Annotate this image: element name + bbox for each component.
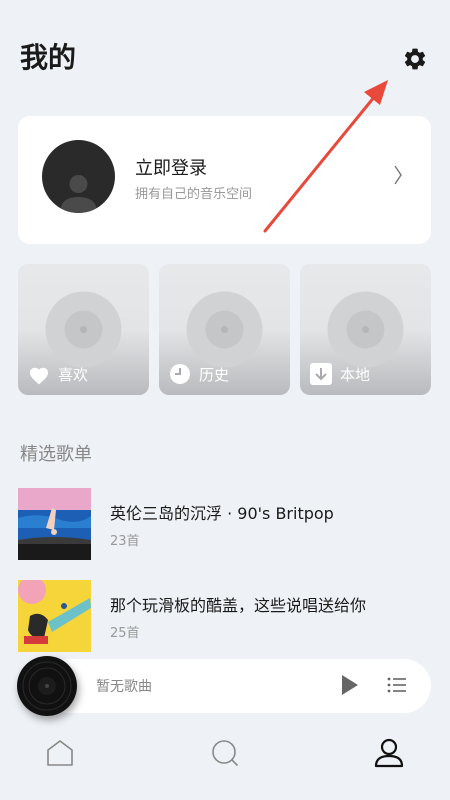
search-icon (212, 740, 238, 766)
chevron-right-icon (394, 165, 402, 185)
play-icon[interactable] (341, 674, 359, 696)
bottom-tab-bar (0, 725, 450, 781)
playlist-name: 英伦三岛的沉浮 · 90's Britpop (110, 504, 334, 523)
playlist-count: 25首 (110, 626, 140, 641)
disc-icon (186, 291, 263, 368)
vinyl-icon (17, 656, 77, 716)
login-title: 立即登录 (135, 158, 207, 179)
vinyl-disc-button[interactable] (17, 656, 77, 716)
playlist-item[interactable]: 那个玩滑板的酷盖，这些说唱送给你 25首 (18, 580, 431, 652)
tile-label: 喜欢 (28, 364, 88, 385)
section-title: 精选歌单 (20, 444, 92, 465)
disc-icon (327, 291, 404, 368)
disc-icon (45, 291, 122, 368)
avatar-placeholder-icon (60, 175, 97, 213)
mini-player[interactable]: 暂无歌曲 (42, 659, 431, 713)
download-icon (310, 363, 332, 385)
playlist-name: 那个玩滑板的酷盖，这些说唱送给你 (110, 596, 367, 615)
header: 我的 (20, 38, 430, 78)
playlist-queue-icon[interactable] (387, 675, 407, 695)
tile-favorites[interactable]: 喜欢 (18, 264, 149, 395)
tab-profile[interactable] (373, 737, 405, 769)
avatar (42, 140, 115, 213)
heart-icon (29, 367, 49, 384)
page-title: 我的 (20, 41, 77, 74)
profile-icon (374, 738, 404, 768)
tile-label: 本地 (310, 363, 370, 385)
tab-home[interactable] (44, 737, 76, 769)
quick-access-tiles: 喜欢 历史 本地 (18, 264, 431, 395)
playlist-count: 23首 (110, 534, 140, 549)
now-playing-text: 暂无歌曲 (96, 679, 152, 695)
tile-favorites-label: 喜欢 (58, 366, 89, 384)
tile-history-label: 历史 (199, 365, 230, 384)
tile-history[interactable]: 历史 (159, 264, 290, 395)
playlist-cover (18, 488, 91, 560)
clock-icon (170, 364, 190, 384)
login-card[interactable]: 立即登录 拥有自己的音乐空间 (18, 116, 431, 244)
tile-local-label: 本地 (340, 365, 371, 384)
playlist-item[interactable]: 英伦三岛的沉浮 · 90's Britpop 23首 (18, 488, 431, 560)
tile-local[interactable]: 本地 (300, 264, 431, 395)
gear-icon (404, 48, 426, 70)
login-subtitle: 拥有自己的音乐空间 (135, 187, 253, 202)
home-icon (47, 740, 73, 766)
settings-button[interactable] (400, 44, 430, 74)
playlist-cover (18, 580, 91, 652)
tab-search[interactable] (209, 737, 241, 769)
tile-label: 历史 (169, 363, 229, 385)
